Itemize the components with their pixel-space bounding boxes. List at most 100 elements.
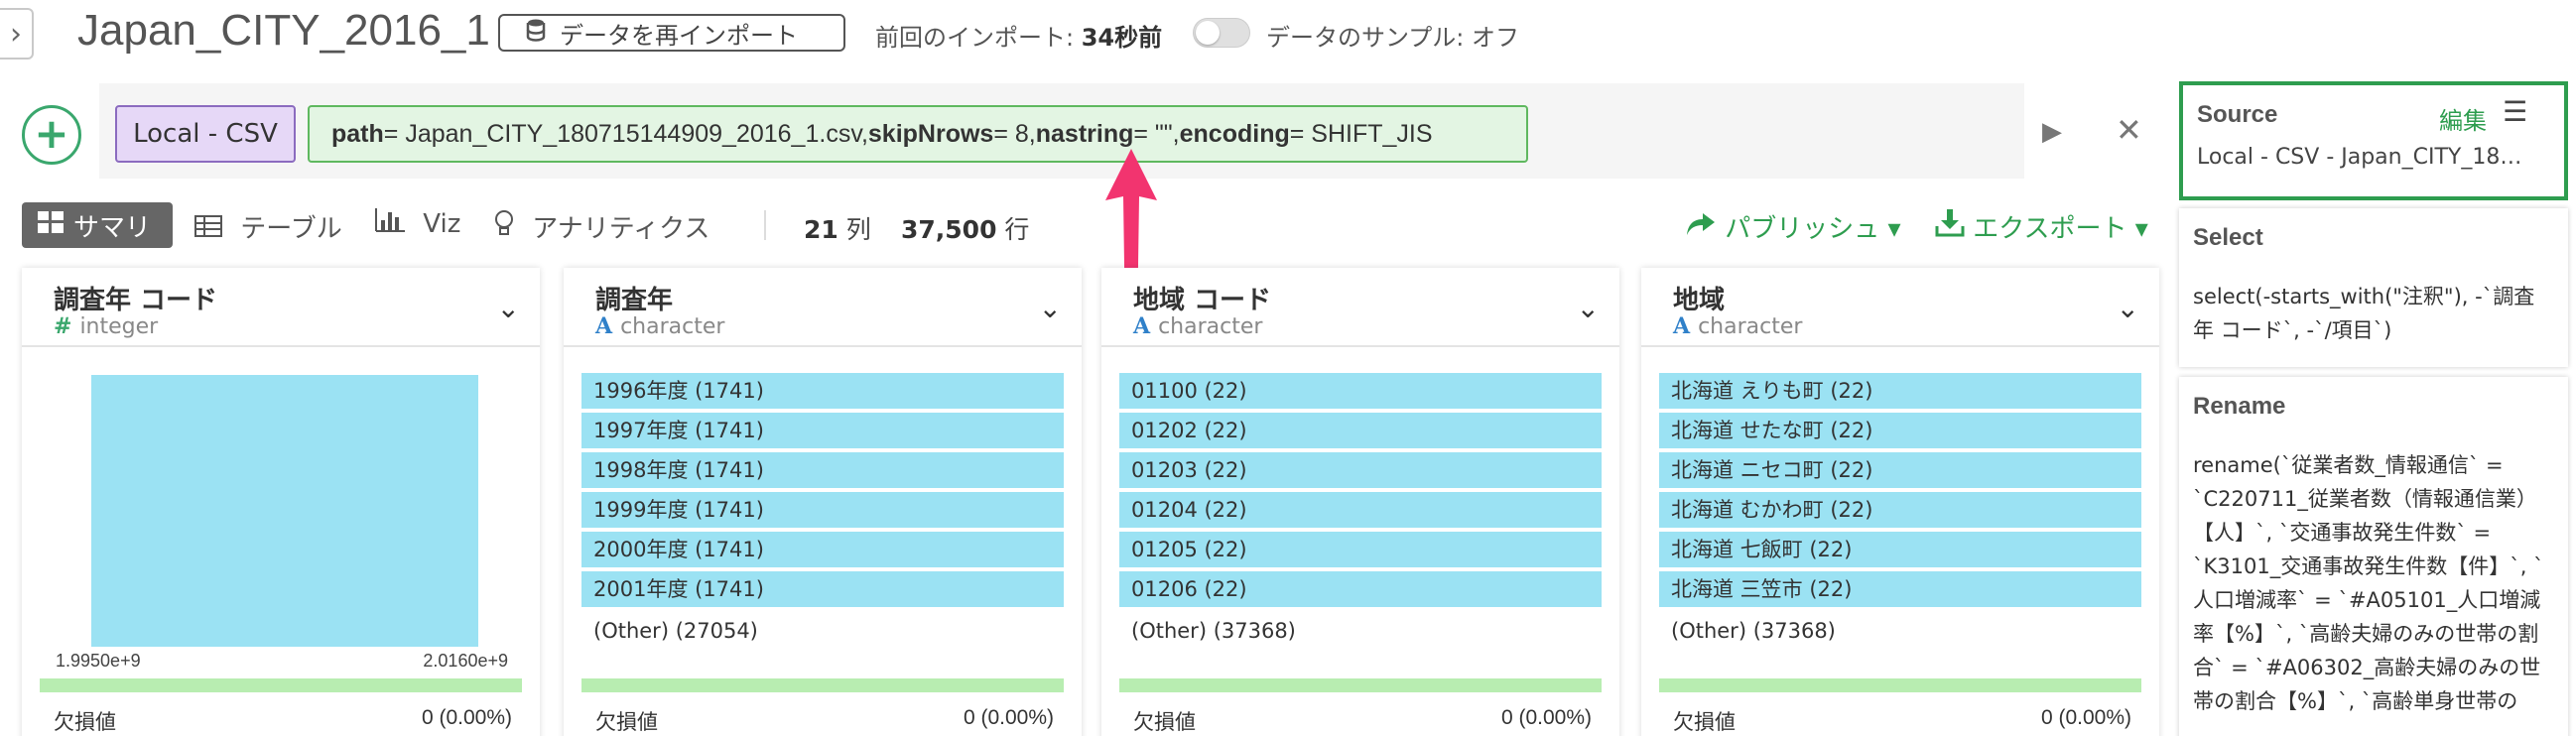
run-icon[interactable]: ▶ [2042,117,2062,147]
value-bar[interactable]: 北海道 むかわ町 (22) [1659,492,2141,528]
param-value: = Japan_CITY_180715144909_2016_1.csv, [383,119,868,148]
value-bar[interactable]: 北海道 七飯町 (22) [1659,532,2141,567]
character-type-icon: A [1673,313,1691,339]
reimport-button[interactable]: データを再インポート [498,14,845,52]
histogram-bar[interactable] [91,375,478,647]
value-bar[interactable]: 01100 (22) [1119,373,1602,409]
param-key: encoding [1179,119,1290,148]
value-bar[interactable]: 北海道 三笠市 (22) [1659,571,2141,607]
character-type-icon: A [1133,313,1151,339]
missing-bar[interactable] [581,678,1064,692]
character-type-icon: A [595,313,613,339]
value-bar[interactable]: 1996年度 (1741) [581,373,1064,409]
step-source[interactable]: Source 編集 ☰ Local - CSV - Japan_CITY_18… [2179,81,2568,200]
param-key: path [331,119,384,148]
column-type: Acharacter [1673,313,1803,339]
bar-chart-icon [375,208,413,239]
tab-table[interactable]: テーブル [194,208,342,245]
column-header: 地域 Acharacter ⌄ [1641,268,2159,347]
hamburger-menu-icon[interactable]: ☰ [2503,95,2527,128]
param-value: = 8, [993,119,1036,148]
export-button[interactable]: エクスポート ▾ [1935,208,2148,245]
column-name: 地域 [1673,286,1726,315]
sidebar-toggle-button[interactable]: › [0,8,34,60]
value-bar[interactable]: 01205 (22) [1119,532,1602,567]
param-key: skipNrows [867,119,994,148]
histogram-max-label: 2.0160e+9 [423,651,508,671]
value-bar[interactable]: 01206 (22) [1119,571,1602,607]
sample-label: データのサンプル: オフ [1266,24,1519,52]
column-card: 地域 Acharacter ⌄ 北海道 えりも町 (22) 北海道 せたな町 (… [1641,268,2159,736]
missing-label: 欠損値 [54,710,116,734]
value-bar[interactable]: 1997年度 (1741) [581,413,1064,448]
missing-label: 欠損値 [595,710,658,734]
edit-step-button[interactable]: 編集 [2439,101,2487,136]
missing-value: 0 (0.00%) [2040,706,2131,729]
column-name: 地域 コード [1133,286,1272,315]
grid-icon [38,211,64,239]
caret-down-icon: ▾ [1887,214,1901,244]
page-title: Japan_CITY_2016_1 [77,6,490,55]
chevron-down-icon[interactable]: ⌄ [1577,292,1600,324]
sample-toggle[interactable] [1193,18,1250,48]
column-card: 調査年 コード # integer ⌄ 1.9950e+9 2.0160e+9 欠… [22,268,540,736]
column-header: 調査年 コード # integer ⌄ [22,268,540,347]
chevron-down-icon[interactable]: ⌄ [1039,292,1062,324]
missing-bar[interactable] [1659,678,2141,692]
missing-label: 欠損値 [1673,710,1736,734]
missing-bar[interactable] [40,678,522,692]
value-list: 01100 (22) 01202 (22) 01203 (22) 01204 (… [1119,373,1602,653]
missing-bar[interactable] [1119,678,1602,692]
close-icon[interactable]: ✕ [2116,111,2142,149]
plus-icon: + [34,109,69,158]
chevron-down-icon[interactable]: ⌄ [2117,292,2139,324]
missing-label: 欠損値 [1133,710,1196,734]
column-type: Acharacter [595,313,725,339]
other-values: (Other) (37368) [1671,619,1836,643]
chevron-right-icon: › [10,16,22,52]
value-bar[interactable]: 01203 (22) [1119,452,1602,488]
value-list: 北海道 えりも町 (22) 北海道 せたな町 (22) 北海道 ニセコ町 (22… [1659,373,2141,653]
step-select[interactable]: Select select(-starts_with("注釈"), -`調査年 … [2179,208,2568,367]
column-type: # integer [54,313,159,339]
hash-icon: # [54,313,72,339]
last-import-value: 34秒前 [1081,24,1163,52]
publish-button[interactable]: パブリッシュ ▾ [1685,208,1901,245]
caret-down-icon: ▾ [2134,214,2148,244]
param-value: = SHIFT_JIS [1289,119,1433,148]
missing-value: 0 (0.00%) [421,706,512,729]
source-type-chip[interactable]: Local - CSV [115,105,296,163]
publish-label: パブリッシュ [1725,214,1880,244]
tab-summary[interactable]: サマリ [22,202,173,248]
step-rename[interactable]: Rename rename(`従業者数_情報通信` = `C220711_従業者… [2179,377,2568,736]
tab-viz[interactable]: Viz [375,208,460,239]
value-bar[interactable]: 2000年度 (1741) [581,532,1064,567]
tab-analytics-label: アナリティクス [532,214,710,244]
value-bar[interactable]: 1999年度 (1741) [581,492,1064,528]
database-icon [526,18,546,48]
download-icon [1935,209,1973,244]
value-bar[interactable]: 1998年度 (1741) [581,452,1064,488]
value-bar[interactable]: 01204 (22) [1119,492,1602,528]
value-bar[interactable]: 北海道 えりも町 (22) [1659,373,2141,409]
value-bar[interactable]: 01202 (22) [1119,413,1602,448]
table-icon [194,214,230,244]
add-step-button[interactable]: + [22,105,81,165]
step-title: Select [2193,224,2263,251]
other-values: (Other) (27054) [593,619,758,643]
step-command: rename(`従業者数_情報通信` = `C220711_従業者数（情報通信業… [2193,453,2544,713]
chevron-down-icon[interactable]: ⌄ [497,292,520,324]
toggle-knob [1196,21,1220,45]
command-params[interactable]: path = Japan_CITY_180715144909_2016_1.cs… [308,105,1528,163]
tab-analytics[interactable]: アナリティクス [494,208,709,245]
tab-viz-label: Viz [423,209,461,239]
value-bar[interactable]: 2001年度 (1741) [581,571,1064,607]
value-list: 1996年度 (1741) 1997年度 (1741) 1998年度 (1741… [581,373,1064,653]
tab-table-label: テーブル [240,214,342,244]
column-count: 21 列 [804,215,871,244]
divider [764,210,766,240]
missing-value: 0 (0.00%) [1500,706,1592,729]
value-bar[interactable]: 北海道 ニセコ町 (22) [1659,452,2141,488]
share-arrow-icon [1685,213,1725,244]
value-bar[interactable]: 北海道 せたな町 (22) [1659,413,2141,448]
